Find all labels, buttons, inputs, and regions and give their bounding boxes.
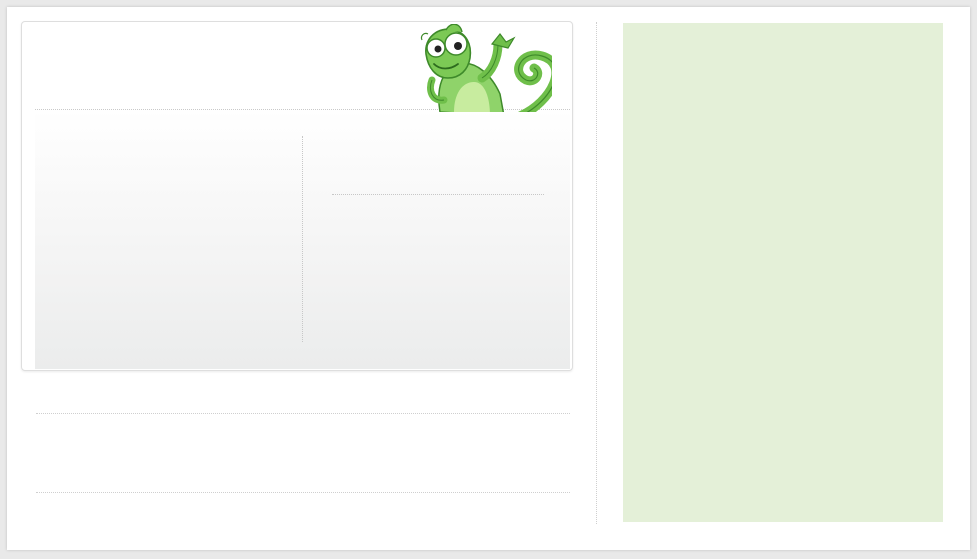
card-body [35, 110, 570, 369]
card-column-divider [302, 136, 303, 342]
content-card [21, 21, 573, 371]
divider-line [36, 492, 570, 493]
chameleon-icon [420, 24, 552, 112]
card-right-divider [332, 194, 544, 195]
divider-line [36, 413, 570, 414]
side-panel [623, 23, 943, 522]
column-separator [596, 22, 597, 524]
